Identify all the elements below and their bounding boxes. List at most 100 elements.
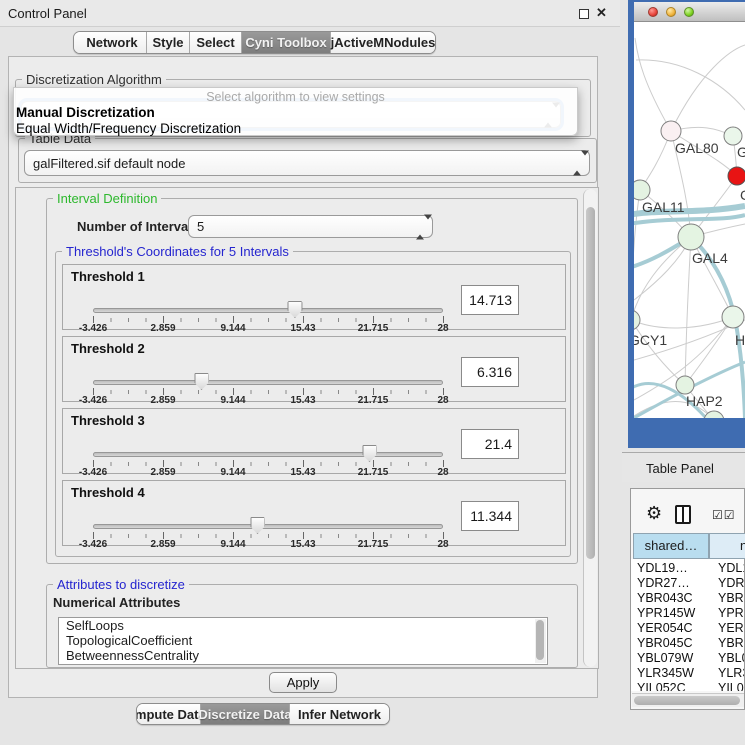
table-data-group: Table Data galFiltered.sif default node (18, 138, 597, 183)
cell: YBL079W (637, 651, 693, 665)
thresholds-group-title: Threshold's Coordinates for 5 Intervals (62, 244, 293, 259)
network-view-window: GAL80 GA C GAL11 GAL4 GCY1 H HAP2 (628, 0, 745, 448)
table-row[interactable]: YER054CYER0 (633, 621, 744, 636)
slider-track[interactable] (93, 380, 443, 385)
tick-label: 28 (437, 467, 448, 478)
slider-track[interactable] (93, 524, 443, 529)
horizontal-scrollbar[interactable] (632, 693, 744, 707)
tick-label: 9.144 (220, 323, 245, 334)
network-canvas[interactable]: GAL80 GA C GAL11 GAL4 GCY1 H HAP2 (634, 22, 745, 418)
node-partial-top[interactable] (724, 127, 742, 145)
apply-button[interactable]: Apply (269, 672, 337, 693)
slider-major-ticks (93, 460, 444, 467)
dropdown-option-equal-width[interactable]: Equal Width/Frequency Discretization (16, 121, 241, 136)
column-header-name[interactable]: na (709, 533, 745, 559)
list-item[interactable]: BetweennessCentrality (59, 648, 547, 663)
table-row[interactable]: YBR043CYBR0 (633, 591, 744, 606)
numerical-attributes-list[interactable]: SelfLoops TopologicalCoefficient Between… (58, 617, 548, 665)
cell: YPR145W (637, 606, 695, 620)
column-header-shared[interactable]: shared… (633, 533, 709, 559)
threshold-1-value-field[interactable]: 14.713 (461, 285, 519, 315)
threshold-1-slider[interactable]: -3.426 2.859 9.144 15.43 21.715 28 (93, 301, 443, 331)
node-red-selected[interactable] (728, 167, 745, 185)
close-icon[interactable]: ✕ (596, 5, 607, 21)
node-gal80[interactable] (661, 121, 681, 141)
window-title: Control Panel (8, 6, 87, 21)
close-traffic-light-icon[interactable] (648, 7, 658, 17)
table-data-combobox[interactable]: galFiltered.sif default node (24, 150, 590, 176)
table-data-selected-value: galFiltered.sif default node (33, 156, 185, 171)
table-row[interactable]: YBR045CYBR0 (633, 636, 744, 651)
tab-network[interactable]: Network (74, 32, 147, 53)
slider-major-ticks (93, 532, 444, 539)
tab-cyni-toolbox[interactable]: Cyni Toolbox (242, 32, 331, 53)
tab-discretize-data[interactable]: Discretize Data (201, 704, 290, 724)
threshold-2-value-field[interactable]: 6.316 (461, 357, 519, 387)
cell: YDR27… (637, 576, 690, 590)
table-row[interactable]: YBL079WYBL0 (633, 651, 744, 666)
slider-track[interactable] (93, 308, 443, 313)
slider-track[interactable] (93, 452, 443, 457)
table-row[interactable]: YDR27…YDR2 (633, 576, 744, 591)
number-of-intervals-label: Number of Intervals (77, 219, 199, 234)
number-of-intervals-value: 5 (197, 219, 204, 234)
algorithm-placeholder: Select algorithm to view settings (14, 90, 577, 104)
zoom-traffic-light-icon[interactable] (684, 7, 694, 17)
float-window-icon[interactable] (579, 9, 589, 19)
tick-label: 21.715 (358, 539, 389, 550)
list-item[interactable]: SelfLoops (59, 618, 547, 633)
cell: YIL052C (637, 681, 686, 691)
list-scrollbar-thumb[interactable] (536, 620, 544, 660)
network-window-titlebar[interactable] (634, 2, 745, 22)
number-of-intervals-combobox[interactable]: 5 (188, 215, 433, 238)
list-item[interactable]: TopologicalCoefficient (59, 633, 547, 648)
horizontal-scrollbar-thumb[interactable] (634, 696, 740, 705)
threshold-4-slider[interactable]: -3.426 2.859 9.144 15.43 21.715 28 (93, 517, 443, 547)
table-row[interactable]: YDL19…YDL1 (633, 561, 744, 576)
node-h[interactable] (722, 306, 744, 328)
table-row[interactable]: YPR145WYPR1 (633, 606, 744, 621)
tab-jactivemnodules[interactable]: jActiveMNodules (331, 32, 435, 53)
gear-icon[interactable]: ⚙ (646, 504, 662, 522)
dropdown-option-manual[interactable]: Manual Discretization (16, 105, 155, 120)
select-columns-icon[interactable]: ☑☑ (712, 508, 736, 522)
thresholds-group: Threshold's Coordinates for 5 Intervals … (55, 251, 571, 557)
node-gcy1[interactable] (634, 310, 640, 330)
tick-label: -3.426 (79, 539, 107, 550)
node-gal11[interactable] (634, 180, 650, 200)
table-row[interactable]: YIL052CYIL0 (633, 681, 744, 691)
threshold-4-value-field[interactable]: 11.344 (461, 501, 519, 531)
tick-label: 9.144 (220, 539, 245, 550)
tab-style[interactable]: Style (147, 32, 190, 53)
cell: YDL19… (637, 561, 688, 575)
threshold-3-slider[interactable]: -3.426 2.859 9.144 15.43 21.715 28 (93, 445, 443, 475)
tick-label: -3.426 (79, 395, 107, 406)
split-view-icon[interactable] (675, 505, 691, 524)
tab-infer-network[interactable]: Infer Network (290, 704, 389, 724)
combo-arrows-icon (573, 156, 582, 171)
tick-label: 2.859 (150, 323, 175, 334)
threshold-3-value-field[interactable]: 21.4 (461, 429, 519, 459)
threshold-2-label: Threshold 2 (71, 341, 145, 356)
node-label-hap2: HAP2 (686, 393, 723, 409)
bottom-tab-bar: Impute Data Discretize Data Infer Networ… (136, 703, 390, 725)
tab-discretize-data-label: Discretize Data (198, 707, 291, 722)
node-label-gal4: GAL4 (692, 250, 728, 266)
tick-label: 9.144 (220, 395, 245, 406)
minimize-traffic-light-icon[interactable] (666, 7, 676, 17)
tick-label: -3.426 (79, 323, 107, 334)
node-hap2[interactable] (676, 376, 694, 394)
tick-label: 15.43 (290, 539, 315, 550)
node-gal4[interactable] (678, 224, 704, 250)
table-panel-title: Table Panel (646, 461, 714, 476)
threshold-2-slider[interactable]: -3.426 2.859 9.144 15.43 21.715 28 (93, 373, 443, 403)
tab-select[interactable]: Select (190, 32, 242, 53)
vertical-scrollbar[interactable] (583, 189, 597, 667)
vertical-scrollbar-thumb[interactable] (586, 207, 595, 559)
control-panel-titlebar: Control Panel ✕ (0, 0, 620, 27)
tab-impute-data[interactable]: Impute Data (137, 704, 201, 724)
table-row[interactable]: YLR345WYLR3 (633, 666, 744, 681)
list-scrollbar[interactable] (535, 619, 546, 663)
table-panel-body: ⚙ ☑☑ shared… na YDL19…YDL1 YDR27…YDR2 YB… (630, 488, 745, 710)
tab-select-label: Select (196, 35, 234, 50)
